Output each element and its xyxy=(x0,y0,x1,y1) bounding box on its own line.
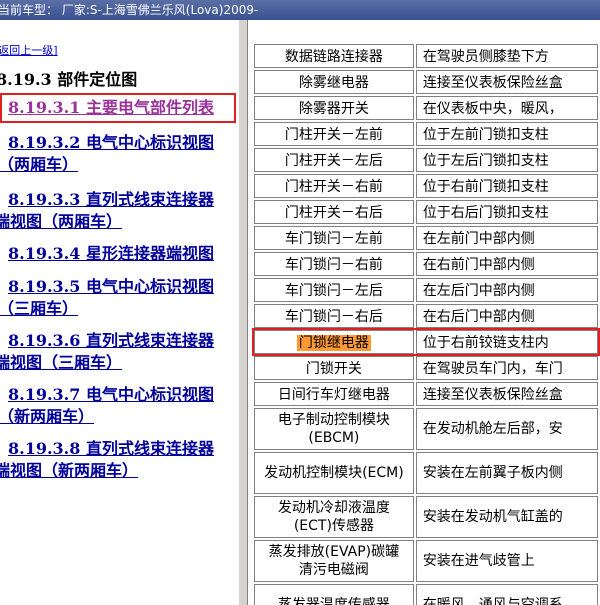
frame-splitter[interactable] xyxy=(238,20,248,605)
table-row: 门柱开关－左后 位于左后门锁扣支柱 xyxy=(254,148,598,172)
component-name: 除雾器开关 xyxy=(254,96,414,120)
table-row: 门柱开关－左前 位于左前门锁扣支柱 xyxy=(254,122,598,146)
table-row: 除雾器开关 在仪表板中央，暖风， xyxy=(254,96,598,120)
component-location: 位于右前门锁扣支柱 xyxy=(415,174,598,198)
component-name: 门柱开关－右前 xyxy=(254,174,414,198)
table-row: 发动机冷却液温度 (ECT)传感器 安装在发动机气缸盖的 xyxy=(254,496,598,538)
component-location: 连接至仪表板保险丝盒 xyxy=(415,70,598,94)
nav-item-electrical-center-sedan-cont[interactable]: （三厢车） xyxy=(0,298,78,320)
component-location: 在右后门中部内侧 xyxy=(415,304,598,328)
component-name: 门柱开关－左后 xyxy=(254,148,414,172)
component-location: 连接至仪表板保险丝盒 xyxy=(415,382,598,406)
back-link[interactable]: [返回上一级] xyxy=(0,42,58,58)
nav-item-inline-connector-sedan-cont[interactable]: 端视图（三厢车） xyxy=(0,352,122,374)
component-name: 数据链路连接器 xyxy=(254,44,414,68)
window-title-bar: 当前车型： 厂家:S-上海雪佛兰乐风(Lova)2009- xyxy=(0,0,600,20)
component-location: 在驾驶员车门内，车门 xyxy=(415,356,598,380)
component-location: 在暖风，通风与空调系 xyxy=(415,584,598,605)
component-name: 日间行车灯继电器 xyxy=(254,382,414,406)
component-name: 车门锁闩－右前 xyxy=(254,252,414,276)
component-location: 位于右后门锁扣支柱 xyxy=(415,200,598,224)
table-row: 蒸发排放(EVAP)碳罐 清污电磁阀 安装在进气歧管上 xyxy=(254,540,598,582)
component-location: 在左前门中部内侧 xyxy=(415,226,598,250)
table-row: 车门锁闩－右后 在右后门中部内侧 xyxy=(254,304,598,328)
table-row: 门锁开关 在驾驶员车门内，车门 xyxy=(254,356,598,380)
component-name: 车门锁闩－右后 xyxy=(254,304,414,328)
table-row: 车门锁闩－左前 在左前门中部内侧 xyxy=(254,226,598,250)
navigation-frame: [返回上一级] 8.19.3 部件定位图 8.19.3.1 主要电气部件列表 8… xyxy=(0,20,238,605)
component-name: 车门锁闩－左后 xyxy=(254,278,414,302)
content-frame: 数据链路连接器 在驾驶员侧膝垫下方 除雾继电器 连接至仪表板保险丝盒 除雾器开关… xyxy=(248,20,600,605)
component-location: 在仪表板中央，暖风， xyxy=(415,96,598,120)
table-row: 车门锁闩－左后 在左后门中部内侧 xyxy=(254,278,598,302)
nav-item-star-connector[interactable]: 8.19.3.4 星形连接器端视图 xyxy=(8,243,214,265)
component-location: 在左后门中部内侧 xyxy=(415,278,598,302)
window-title: 当前车型： 厂家:S-上海雪佛兰乐风(Lova)2009- xyxy=(0,3,259,17)
table-row: 电子制动控制模块 (EBCM) 在发动机舱左后部，安 xyxy=(254,408,598,450)
nav-item-inline-connector-new-hatchback[interactable]: 8.19.3.8 直列式线束连接器 xyxy=(8,438,214,460)
component-location: 安装在左前翼子板内侧 xyxy=(415,452,598,494)
component-name: 发动机控制模块(ECM) xyxy=(254,452,414,494)
component-location: 在右前门中部内侧 xyxy=(415,252,598,276)
nav-item-electrical-center-new-hatchback[interactable]: 8.19.3.7 电气中心标识视图 xyxy=(8,384,214,406)
component-location: 安装在发动机气缸盖的 xyxy=(415,496,598,538)
component-name: 蒸发器温度传感器 xyxy=(254,584,414,605)
component-location: 在发动机舱左后部，安 xyxy=(415,408,598,450)
nav-item-electrical-center-new-hatchback-cont[interactable]: （新两厢车） xyxy=(0,406,94,428)
component-location: 在驾驶员侧膝垫下方 xyxy=(415,44,598,68)
table-row: 除雾继电器 连接至仪表板保险丝盒 xyxy=(254,70,598,94)
nav-item-inline-connector-new-hatchback-cont[interactable]: 端视图（新两厢车） xyxy=(0,460,138,482)
table-row: 日间行车灯继电器 连接至仪表板保险丝盒 xyxy=(254,382,598,406)
component-name: 门柱开关－右后 xyxy=(254,200,414,224)
nav-item-inline-connector-hatchback-cont[interactable]: 端视图（两厢车） xyxy=(0,211,122,233)
component-name: 电子制动控制模块 (EBCM) xyxy=(254,408,414,450)
component-name: 除雾继电器 xyxy=(254,70,414,94)
table-row: 数据链路连接器 在驾驶员侧膝垫下方 xyxy=(254,44,598,68)
table-row: 发动机控制模块(ECM) 安装在左前翼子板内侧 xyxy=(254,452,598,494)
nav-item-electrical-center-sedan[interactable]: 8.19.3.5 电气中心标识视图 xyxy=(8,276,214,298)
component-location: 位于左后门锁扣支柱 xyxy=(415,148,598,172)
table-row-highlighted: 门锁继电器 位于右前铰链支柱内 xyxy=(252,328,600,356)
table-row: 门柱开关－右前 位于右前门锁扣支柱 xyxy=(254,174,598,198)
table-row: 蒸发器温度传感器 在暖风，通风与空调系 xyxy=(254,584,598,605)
nav-item-electrical-center-hatchback-cont[interactable]: （两厢车） xyxy=(0,154,78,176)
component-name: 发动机冷却液温度 (ECT)传感器 xyxy=(254,496,414,538)
component-name: 蒸发排放(EVAP)碳罐 清污电磁阀 xyxy=(254,540,414,582)
component-name: 门锁开关 xyxy=(254,356,414,380)
component-location: 位于左前门锁扣支柱 xyxy=(415,122,598,146)
section-title: 8.19.3 部件定位图 xyxy=(0,70,138,89)
component-name: 车门锁闩－左前 xyxy=(254,226,414,250)
component-location: 安装在进气歧管上 xyxy=(415,540,598,582)
table-row: 门柱开关－右后 位于右后门锁扣支柱 xyxy=(254,200,598,224)
table-row: 车门锁闩－右前 在右前门中部内侧 xyxy=(254,252,598,276)
component-location-table: 数据链路连接器 在驾驶员侧膝垫下方 除雾继电器 连接至仪表板保险丝盒 除雾器开关… xyxy=(252,42,600,605)
search-highlight: 门锁继电器 xyxy=(296,335,371,351)
nav-item-inline-connector-sedan[interactable]: 8.19.3.6 直列式线束连接器 xyxy=(8,330,214,352)
nav-item-inline-connector-hatchback[interactable]: 8.19.3.3 直列式线束连接器 xyxy=(8,189,214,211)
nav-item-electrical-center-hatchback[interactable]: 8.19.3.2 电气中心标识视图 xyxy=(8,132,214,154)
component-name: 门锁继电器 xyxy=(254,330,414,354)
nav-item-main-components[interactable]: 8.19.3.1 主要电气部件列表 xyxy=(8,97,214,119)
component-location: 位于右前铰链支柱内 xyxy=(415,330,598,354)
component-name: 门柱开关－左前 xyxy=(254,122,414,146)
